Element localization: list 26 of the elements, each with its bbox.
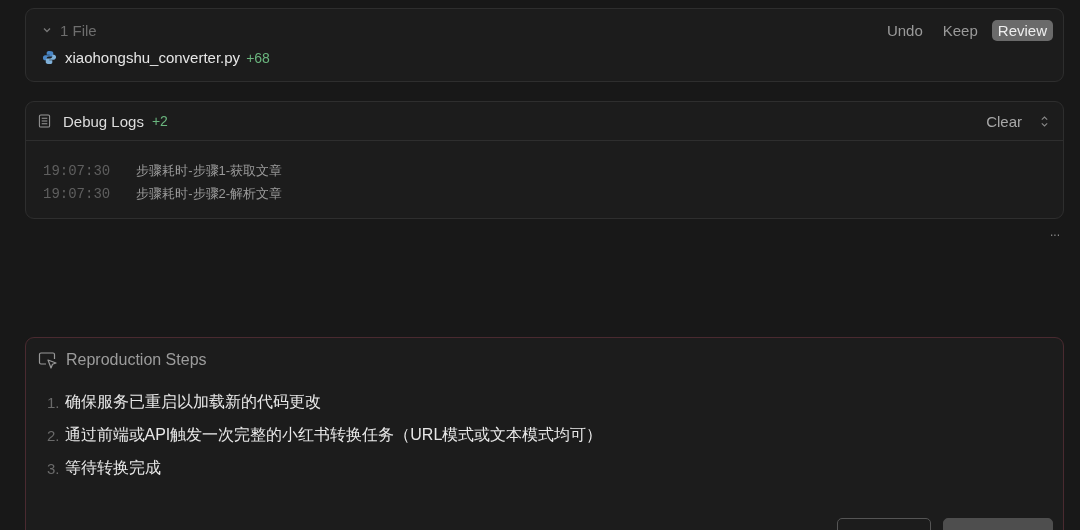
log-time: 19:07:30 [43,162,111,179]
screen-cursor-icon [38,351,58,369]
additions-count: +68 [246,49,270,66]
step-text: 通过前端或API触发一次完整的小红书转换任务（URL模式或文本模式均可） [64,425,603,445]
step-text: 确保服务已重启以加载新的代码更改 [64,392,321,412]
clear-button[interactable]: Clear [986,112,1022,130]
action-button[interactable]: Review [991,19,1053,41]
action-button[interactable]: Undo [880,19,929,41]
file-name[interactable]: xiaohongshu_converter.py [65,49,241,66]
logs-title: Debug Logs [63,112,144,130]
action-button[interactable]: Keep [936,19,984,41]
log-time: 19:07:30 [43,185,111,202]
step-number: 2. [47,427,60,444]
log-icon [38,113,51,129]
expand-icon[interactable] [1040,114,1049,128]
chevron-icon[interactable] [42,25,52,35]
step-number: 3. [47,460,60,477]
log-message: 步骤耗时-步骤1-获取文章 [136,161,283,180]
python-icon [42,50,57,65]
files-title: 1 File [60,21,97,39]
step-number: 1. [47,394,60,411]
logs-count: +2 [151,113,168,129]
step-text: 等待转换完成 [64,458,161,478]
log-message: 步骤耗时-步骤2-解析文章 [136,184,283,203]
more-button[interactable]: ... [1048,219,1062,245]
steps-title: Reproduction Steps [66,351,207,369]
